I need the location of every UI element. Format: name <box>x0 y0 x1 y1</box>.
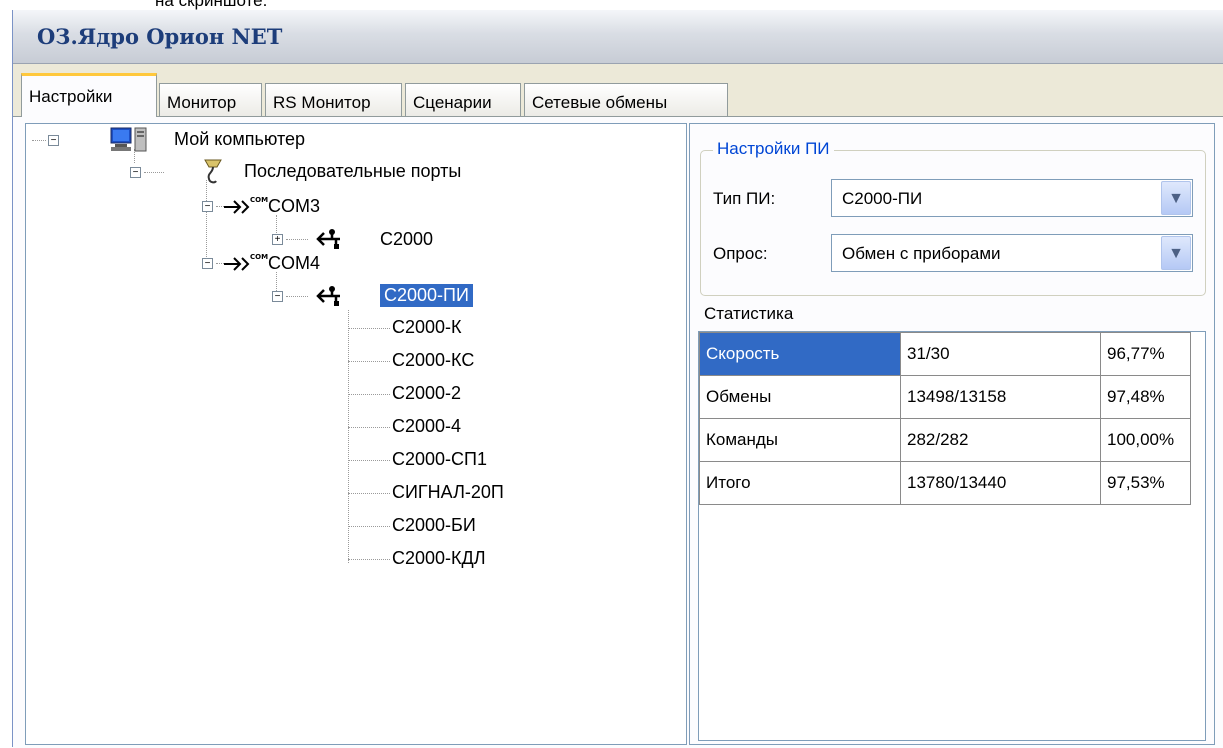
stat-percent[interactable]: 97,48% <box>1100 375 1191 419</box>
tree-item-device[interactable]: С2000-4 <box>392 416 461 437</box>
usb-device-icon <box>316 286 340 306</box>
expand-icon[interactable]: + <box>272 234 283 245</box>
chevron-down-icon[interactable]: ▼ <box>1161 236 1191 270</box>
tree-line <box>348 493 390 494</box>
tree-line <box>348 361 390 362</box>
poll-label: Опрос: <box>713 244 768 263</box>
poll-value: Обмен с приборами <box>842 244 1001 263</box>
com-badge: COM <box>250 196 268 204</box>
tree-item-c2000[interactable]: C2000 <box>380 229 433 250</box>
com-port-icon: COM <box>224 196 268 214</box>
tab-network-exchanges[interactable]: Сетевые обмены <box>524 83 728 116</box>
stat-name[interactable]: Обмены <box>699 375 901 419</box>
tree-item-device[interactable]: С2000-БИ <box>392 515 476 536</box>
usb-device-icon <box>316 229 340 249</box>
title-bar[interactable]: ОЗ.Ядро Орион NET <box>13 10 1223 64</box>
table-row[interactable]: Обмены 13498/13158 97,48% <box>699 375 1191 419</box>
tree-item-device[interactable]: С2000-КДЛ <box>392 548 486 569</box>
app-window: ОЗ.Ядро Орион NET Настройки Монитор RS М… <box>12 10 1223 748</box>
tree-item-device[interactable]: С2000-КС <box>392 350 474 371</box>
tree-item-device[interactable]: С2000-СП1 <box>392 449 487 470</box>
tree-line <box>348 427 390 428</box>
tree-line <box>206 180 207 265</box>
com-badge: COM <box>250 253 268 261</box>
properties-panel: Настройки ПИ Тип ПИ: С2000-ПИ ▼ Опрос: О… <box>689 123 1215 745</box>
com-port-icon: COM <box>224 253 268 271</box>
tree-item-com3[interactable]: COM3 <box>268 196 320 217</box>
chevron-down-icon[interactable]: ▼ <box>1161 181 1191 215</box>
statistics-grid[interactable]: Скорость 31/30 96,77% Обмены 13498/13158… <box>698 331 1206 741</box>
pi-type-select[interactable]: С2000-ПИ ▼ <box>831 179 1193 217</box>
tree-line <box>348 559 390 560</box>
stat-value[interactable]: 13780/13440 <box>900 461 1101 505</box>
stat-name[interactable]: Итого <box>699 461 901 505</box>
collapse-icon[interactable]: − <box>48 135 59 146</box>
tree-line <box>348 328 390 329</box>
device-tree[interactable]: − − − + − − Мой компьютер Последовательн… <box>25 123 687 745</box>
stat-percent[interactable]: 100,00% <box>1100 418 1191 462</box>
tab-monitor[interactable]: Монитор <box>159 83 262 116</box>
collapse-icon[interactable]: − <box>202 258 213 269</box>
statistics-title: Статистика <box>704 304 794 323</box>
tree-item-device[interactable]: С2000-2 <box>392 383 461 404</box>
tab-strip: Настройки Монитор RS Монитор Сценарии Се… <box>13 70 1223 120</box>
tree-line <box>348 460 390 461</box>
tree-item-device[interactable]: С2000-К <box>392 317 462 338</box>
pi-type-value: С2000-ПИ <box>842 189 923 208</box>
tab-settings[interactable]: Настройки <box>21 73 157 117</box>
pi-type-label: Тип ПИ: <box>713 189 776 208</box>
pi-settings-group: Настройки ПИ Тип ПИ: С2000-ПИ ▼ Опрос: О… <box>700 139 1206 296</box>
tree-line <box>32 140 46 141</box>
pi-settings-title: Настройки ПИ <box>713 139 834 159</box>
poll-select[interactable]: Обмен с приборами ▼ <box>831 234 1193 272</box>
tree-item-c2000-pi[interactable]: С2000-ПИ <box>380 284 473 307</box>
table-row[interactable]: Команды 282/282 100,00% <box>699 418 1191 462</box>
tree-line <box>276 215 277 233</box>
collapse-icon[interactable]: − <box>272 291 283 302</box>
tab-scenarios[interactable]: Сценарии <box>405 83 521 116</box>
computer-icon <box>110 127 147 152</box>
collapse-icon[interactable]: − <box>202 201 213 212</box>
stat-percent[interactable]: 96,77% <box>1100 332 1191 376</box>
stat-value[interactable]: 31/30 <box>900 332 1101 376</box>
tree-line <box>144 172 164 173</box>
stat-percent[interactable]: 97,53% <box>1100 461 1191 505</box>
tree-line <box>348 526 390 527</box>
table-row[interactable]: Скорость 31/30 96,77% <box>699 332 1191 376</box>
tree-line <box>348 394 390 395</box>
tree-item-my-computer[interactable]: Мой компьютер <box>174 129 305 150</box>
serial-port-icon <box>204 159 222 184</box>
stat-value[interactable]: 282/282 <box>900 418 1101 462</box>
settings-panel: − − − + − − Мой компьютер Последовательн… <box>13 116 1223 748</box>
window-title: ОЗ.Ядро Орион NET <box>37 24 283 49</box>
tab-rs-monitor[interactable]: RS Монитор <box>265 83 402 116</box>
tree-item-serial-ports[interactable]: Последовательные порты <box>244 161 461 182</box>
tree-item-device[interactable]: СИГНАЛ-20П <box>392 482 504 503</box>
tree-item-com4[interactable]: COM4 <box>268 253 320 274</box>
collapse-icon[interactable]: − <box>130 167 141 178</box>
stat-name[interactable]: Команды <box>699 418 901 462</box>
tree-line <box>286 296 308 297</box>
tree-line <box>286 239 308 240</box>
stat-value[interactable]: 13498/13158 <box>900 375 1101 419</box>
table-row[interactable]: Итого 13780/13440 97,53% <box>699 461 1191 505</box>
stat-name[interactable]: Скорость <box>699 332 901 376</box>
